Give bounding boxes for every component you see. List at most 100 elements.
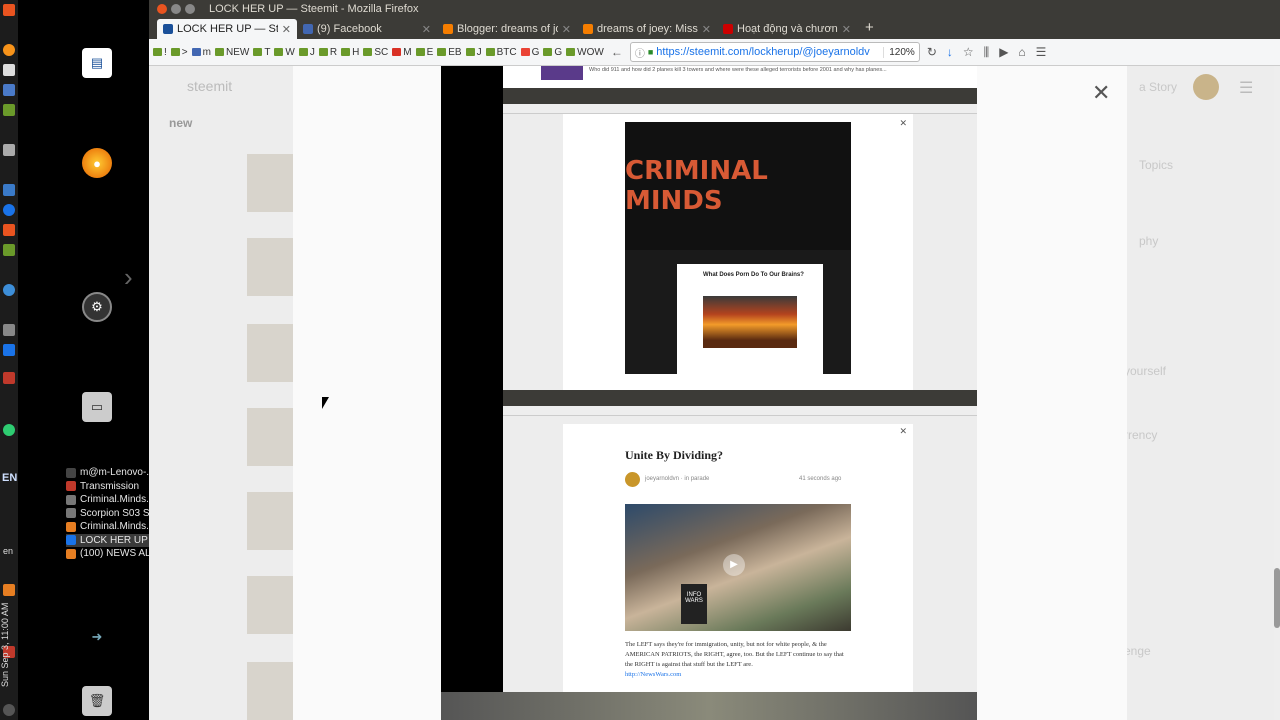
user-icon[interactable]: ➜ (82, 622, 112, 652)
embedded-titlebar (503, 88, 977, 96)
close-tab-icon[interactable]: ✕ (422, 23, 431, 36)
maximize-window-button[interactable] (185, 4, 195, 14)
post-thumbnail[interactable] (247, 324, 295, 382)
bookmark-item[interactable]: R (318, 47, 337, 58)
tab-facebook[interactable]: (9) Facebook ✕ (297, 19, 437, 39)
firefox-icon[interactable]: ● (82, 148, 112, 178)
trash-icon[interactable]: 🗑 (82, 686, 112, 716)
menu-icon[interactable]: ☰ (1033, 45, 1050, 59)
telegram-icon[interactable] (3, 424, 15, 436)
bookmark-item[interactable]: NEW (214, 47, 249, 58)
bookmark-star-icon[interactable]: ☆ (960, 45, 977, 59)
chevron-right-icon[interactable]: › (124, 262, 133, 293)
feed-caption: Who did 911 and how did 2 planes kill 3 … (589, 67, 887, 73)
display-icon[interactable] (3, 184, 15, 196)
facebook-icon (191, 48, 201, 56)
archive-icon[interactable] (3, 144, 15, 156)
tab-blogger[interactable]: Blogger: dreams of jo ✕ (437, 19, 577, 39)
author-line: joeyarnoldvn · in parade (645, 476, 710, 482)
submit-story-link[interactable]: a Story (1139, 80, 1177, 94)
bookmark-item[interactable]: E (415, 47, 433, 58)
language-indicator[interactable]: en (3, 546, 13, 556)
sidebar-topic[interactable]: yourself (1124, 364, 1166, 378)
tab-dreams-of-joey[interactable]: dreams of joey: Misse ✕ (577, 19, 717, 39)
embedded-screenshot-1: ✕ CRIMINAL MINDS What Does Porn Do To Ou… (503, 88, 977, 390)
sidebar-topic[interactable]: rrency (1124, 428, 1157, 442)
close-window-button[interactable] (157, 4, 167, 14)
folder-icon[interactable] (3, 244, 15, 256)
download-arrow-icon[interactable]: ↓ (944, 45, 956, 59)
bookmark-item[interactable]: H (341, 47, 359, 58)
bookmark-item[interactable]: ! (153, 47, 167, 58)
bookmark-item[interactable]: T (253, 47, 270, 58)
minimize-window-button[interactable] (171, 4, 181, 14)
post-thumbnail[interactable] (247, 238, 295, 296)
bitcoin-icon[interactable] (3, 44, 15, 56)
home-icon[interactable]: ⌂ (1015, 45, 1028, 59)
spreadsheet-icon[interactable] (3, 104, 15, 116)
bookmark-item[interactable]: J (298, 47, 315, 58)
sidebar-topic[interactable]: Topics (1139, 158, 1173, 172)
atom-icon[interactable] (3, 344, 15, 356)
avatar[interactable] (1193, 74, 1219, 100)
terminal-icon[interactable] (3, 324, 15, 336)
url-bar[interactable]: ⓘ ■ https://steemit.com/lockherup/@joeya… (629, 42, 920, 62)
library-icon[interactable]: ⫼ (981, 45, 993, 60)
steemit-logo[interactable]: steemit (187, 78, 232, 94)
page-scrollbar[interactable] (1274, 66, 1280, 720)
reload-icon[interactable]: ↻ (924, 45, 940, 59)
globe-icon[interactable] (3, 204, 15, 216)
close-tab-icon[interactable]: ✕ (282, 23, 291, 36)
post-thumbnail[interactable] (247, 662, 295, 720)
lock-icon: ■ (647, 47, 654, 57)
bookmark-item[interactable]: BTC (485, 47, 517, 58)
filezilla-icon[interactable] (3, 372, 15, 384)
sidebar-topic[interactable]: enge (1124, 644, 1151, 658)
clock[interactable]: Sun Sep 3, 11:00 AM (0, 590, 18, 700)
hamburger-icon[interactable]: ☰ (1239, 78, 1253, 98)
text-editor-icon[interactable] (3, 64, 15, 76)
bookmark-item[interactable]: G (520, 47, 539, 58)
bookmark-item[interactable]: G (543, 47, 562, 58)
tab-hoat-dong[interactable]: Hoạt động và chương ✕ (717, 19, 857, 39)
tab-steemit[interactable]: LOCK HER UP — Steem✕ (157, 19, 297, 39)
chrome-icon[interactable] (3, 284, 15, 296)
post-thumbnail[interactable] (247, 576, 295, 634)
close-tab-icon[interactable]: ✕ (562, 23, 571, 36)
post-thumbnail[interactable] (247, 408, 295, 466)
embedded-footer-image (441, 692, 977, 720)
close-tab-icon[interactable]: ✕ (842, 23, 851, 36)
monitor-icon[interactable] (3, 84, 15, 96)
bookmark-item[interactable]: > (170, 47, 188, 58)
embedded-tabstrip (503, 398, 977, 406)
keyboard-layout-indicator[interactable]: EN (2, 472, 17, 484)
bookmark-item[interactable]: m (191, 47, 211, 58)
scrollbar-thumb[interactable] (1274, 568, 1280, 628)
settings-icon[interactable]: ⚙ (82, 292, 112, 322)
mouse-cursor-icon (322, 397, 329, 409)
bookmark-item[interactable]: W (274, 47, 295, 58)
nav-new[interactable]: new (169, 116, 192, 130)
bookmark-item[interactable]: J (465, 47, 482, 58)
post-thumbnail[interactable] (247, 154, 295, 212)
info-icon[interactable]: ⓘ (635, 45, 645, 60)
sidebar-topic[interactable]: phy (1139, 234, 1158, 248)
files-icon[interactable]: ▭ (82, 392, 112, 422)
document-icon[interactable]: ▤ (82, 48, 112, 78)
bookmark-item[interactable]: M (392, 47, 412, 58)
back-arrow-icon[interactable]: ← (608, 45, 626, 59)
power-icon[interactable] (3, 704, 15, 716)
ubuntu-icon[interactable] (3, 4, 15, 16)
bookmark-item[interactable]: WOW (566, 47, 604, 58)
zoom-level[interactable]: 120% (883, 46, 915, 58)
gmail-icon (392, 48, 402, 56)
close-modal-icon[interactable]: ✕ (1092, 80, 1110, 106)
bookmark-item[interactable]: EB (437, 47, 462, 58)
post-thumbnail[interactable] (247, 492, 295, 550)
url-text[interactable]: https://steemit.com/lockherup/@joeyarnol… (656, 46, 870, 58)
bookmark-item[interactable]: SC (363, 47, 388, 58)
youtube-icon[interactable]: ▶ (996, 45, 1011, 59)
new-tab-button[interactable]: + (857, 19, 882, 39)
software-icon[interactable] (3, 224, 15, 236)
close-tab-icon[interactable]: ✕ (702, 23, 711, 36)
